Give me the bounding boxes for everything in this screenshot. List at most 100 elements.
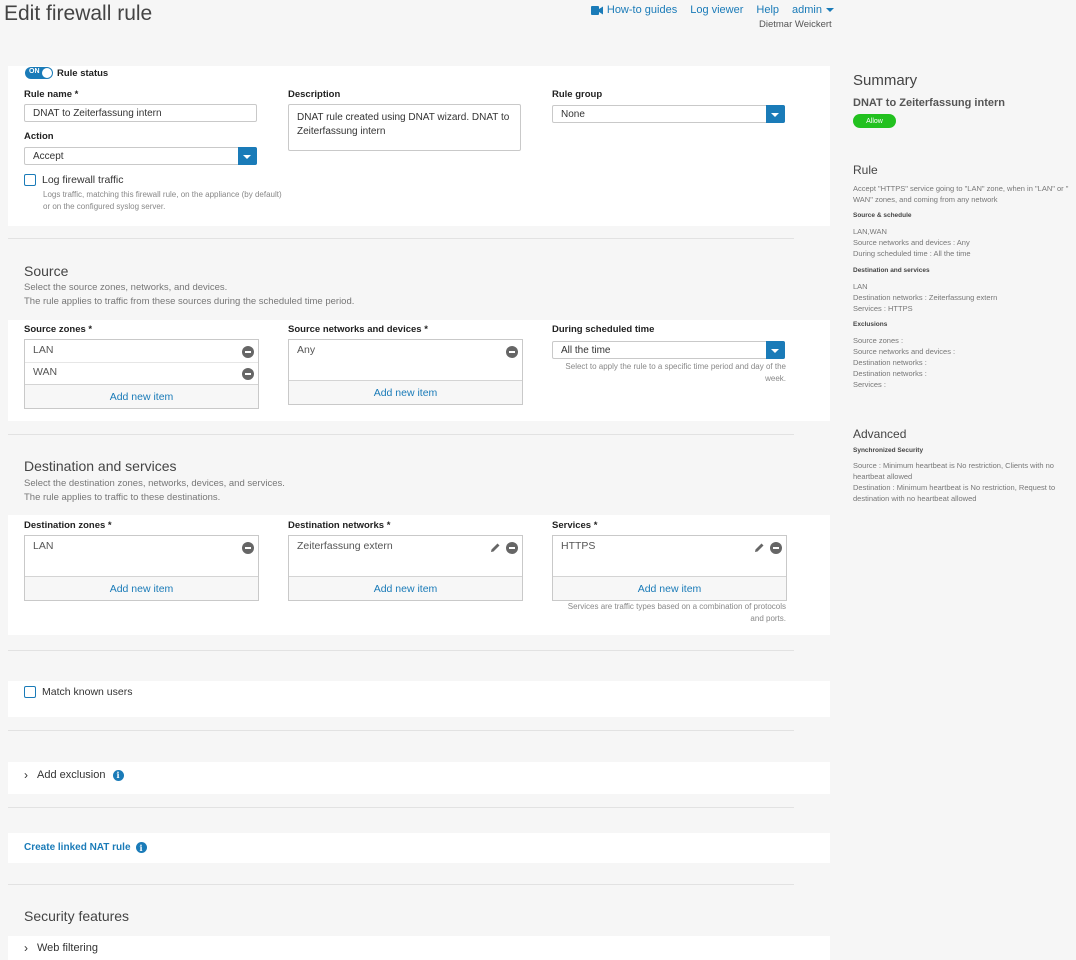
caret-down-icon — [826, 8, 834, 12]
source-zones-label: Source zones * — [24, 324, 93, 335]
rule-group-select[interactable]: None — [552, 105, 785, 123]
remove-icon[interactable] — [242, 542, 254, 554]
summary-dst-line: LAN — [853, 282, 868, 291]
schedule-select[interactable]: All the time — [552, 341, 785, 359]
add-source-network-button[interactable]: Add new item — [289, 380, 522, 404]
remove-icon[interactable] — [242, 346, 254, 358]
source-title: Source — [24, 263, 69, 279]
add-exclusion-toggle[interactable]: › Add exclusion i — [24, 768, 124, 782]
pencil-icon[interactable] — [753, 542, 765, 554]
remove-icon[interactable] — [506, 346, 518, 358]
action-label: Action — [24, 131, 54, 142]
web-filtering-toggle[interactable]: › Web filtering — [24, 941, 98, 955]
list-item: Any — [297, 344, 316, 356]
howto-guides-link[interactable]: How-to guides — [590, 4, 677, 16]
add-service-button[interactable]: Add new item — [553, 576, 786, 600]
chevron-right-icon: › — [24, 941, 28, 955]
source-networks-label: Source networks and devices * — [288, 324, 428, 335]
summary-excl-heading: Exclusions — [853, 321, 888, 328]
dropdown-caret-icon[interactable] — [766, 105, 785, 123]
row-divider — [25, 362, 258, 363]
source-desc-1: Select the source zones, networks, and d… — [24, 282, 228, 293]
remove-icon[interactable] — [506, 542, 518, 554]
user-name: Dietmar Weickert — [759, 19, 832, 30]
description-label: Description — [288, 89, 341, 100]
schedule-hint: Select to apply the rule to a specific t… — [565, 362, 786, 383]
add-destination-network-button[interactable]: Add new item — [289, 576, 522, 600]
rule-status-toggle[interactable]: ON — [25, 67, 53, 79]
divider — [8, 807, 794, 808]
security-title: Security features — [24, 908, 130, 924]
destination-networks-list: Zeiterfassung extern Add new item — [288, 535, 523, 601]
help-link[interactable]: Help — [756, 4, 779, 16]
add-destination-zone-button[interactable]: Add new item — [25, 576, 258, 600]
description-textarea[interactable]: DNAT rule created using DNAT wizard. DNA… — [288, 104, 521, 151]
remove-icon[interactable] — [770, 542, 782, 554]
destination-networks-label: Destination networks * — [288, 520, 391, 531]
divider — [8, 434, 794, 435]
source-desc-2: The rule applies to traffic from these s… — [24, 296, 355, 307]
top-nav: How-to guides Log viewer Help admin — [590, 4, 834, 16]
summary-rule-desc: Accept "HTTPS" service going to "LAN" zo… — [853, 184, 1069, 204]
dropdown-caret-icon[interactable] — [766, 341, 785, 359]
summary-sync-heading: Synchronized Security — [853, 447, 924, 454]
create-nat-rule-link[interactable]: Create linked NAT rule i — [24, 842, 147, 853]
divider — [8, 238, 794, 239]
summary-rule-heading: Rule — [853, 163, 878, 177]
destination-desc-1: Select the destination zones, networks, … — [24, 478, 285, 489]
pencil-icon[interactable] — [489, 542, 501, 554]
list-item: WAN — [33, 366, 58, 378]
summary-src-heading: Source & schedule — [853, 212, 912, 219]
admin-menu[interactable]: admin — [792, 4, 834, 16]
match-users-checkbox[interactable] — [24, 686, 36, 698]
destination-desc-2: The rule applies to traffic to these des… — [24, 492, 221, 503]
destination-zones-label: Destination zones * — [24, 520, 112, 531]
summary-sync-line: Source : Minimum heartbeat is No restric… — [853, 461, 1054, 481]
destination-zones-list: LAN Add new item — [24, 535, 259, 601]
source-networks-list: Any Add new item — [288, 339, 523, 405]
action-select[interactable]: Accept — [24, 147, 257, 165]
remove-icon[interactable] — [242, 368, 254, 380]
summary-src-line: Source networks and devices : Any — [853, 238, 970, 247]
summary-sync-line: Destination : Minimum heartbeat is No re… — [853, 483, 1056, 503]
log-traffic-checkbox[interactable] — [24, 174, 36, 186]
rule-name-label: Rule name * — [24, 89, 79, 100]
services-hint: Services are traffic types based on a co… — [567, 602, 786, 623]
exclusion-panel — [8, 762, 830, 794]
services-list: HTTPS Add new item — [552, 535, 787, 601]
log-traffic-hint: Logs traffic, matching this firewall rul… — [43, 190, 282, 211]
list-item: LAN — [33, 540, 54, 552]
log-viewer-link[interactable]: Log viewer — [690, 4, 743, 16]
info-icon[interactable]: i — [135, 842, 147, 853]
source-zones-list: LAN WAN Add new item — [24, 339, 259, 409]
summary-src-line: LAN,WAN — [853, 227, 887, 236]
list-item: Zeiterfassung extern — [297, 540, 393, 552]
allow-badge: Allow — [853, 114, 896, 128]
summary-dst-heading: Destination and services — [853, 267, 930, 274]
list-item: HTTPS — [561, 540, 596, 552]
services-label: Services * — [552, 520, 598, 531]
summary-rule-name: DNAT to Zeiterfassung intern — [853, 97, 1005, 109]
summary-excl-line: Destination networks : — [853, 358, 927, 367]
summary-excl-line: Destination networks : — [853, 369, 927, 378]
chevron-right-icon: › — [24, 768, 28, 782]
destination-title: Destination and services — [24, 458, 177, 474]
add-source-zone-button[interactable]: Add new item — [25, 384, 258, 408]
info-icon[interactable]: i — [112, 769, 124, 781]
summary-src-line: During scheduled time : All the time — [853, 249, 971, 258]
summary-title: Summary — [853, 72, 918, 89]
divider — [8, 884, 794, 885]
match-users-label: Match known users — [42, 686, 133, 698]
rule-name-input[interactable]: DNAT to Zeiterfassung intern — [24, 104, 257, 122]
dropdown-caret-icon[interactable] — [238, 147, 257, 165]
rule-group-label: Rule group — [552, 89, 603, 100]
divider — [8, 650, 794, 651]
summary-dst-line: Services : HTTPS — [853, 304, 913, 313]
divider — [8, 730, 794, 731]
summary-advanced-heading: Advanced — [853, 427, 907, 441]
rule-status-label: Rule status — [57, 68, 109, 79]
log-traffic-label: Log firewall traffic — [42, 174, 124, 186]
summary-excl-line: Services : — [853, 380, 886, 389]
page-title: Edit firewall rule — [4, 2, 153, 25]
security-panel — [8, 936, 830, 960]
